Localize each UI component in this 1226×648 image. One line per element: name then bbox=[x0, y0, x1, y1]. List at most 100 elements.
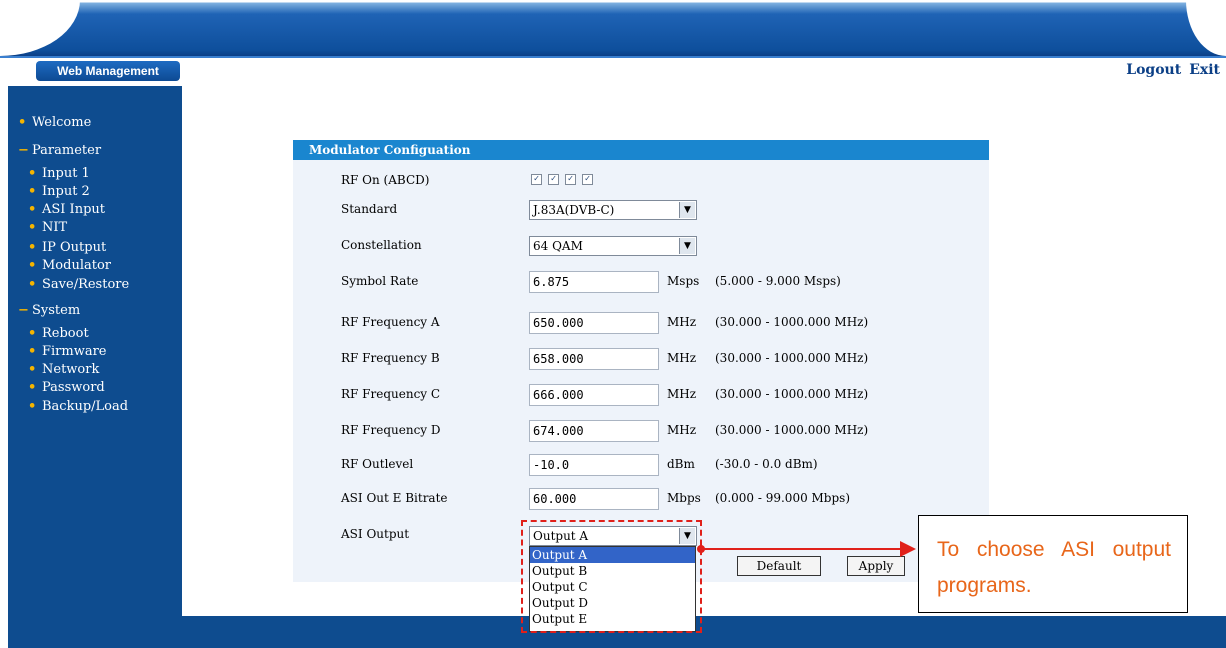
rf-on-checkbox-b[interactable]: ✓ bbox=[548, 174, 559, 185]
bullet-icon: • bbox=[28, 258, 37, 273]
standard-value: J.83A(DVB-C) bbox=[533, 203, 615, 217]
sidebar-item-label: System bbox=[32, 303, 81, 318]
param-input[interactable]: -10.0 bbox=[529, 454, 659, 476]
bullet-icon: • bbox=[28, 362, 37, 377]
param-label: ASI Out E Bitrate bbox=[341, 491, 448, 505]
minus-icon: − bbox=[18, 303, 29, 318]
apply-button[interactable]: Apply bbox=[847, 556, 905, 576]
param-label: RF Frequency B bbox=[341, 351, 440, 365]
sidebar-item-welcome[interactable]: • Welcome bbox=[18, 115, 91, 130]
param-unit: Mbps bbox=[667, 491, 701, 505]
sidebar-item-system[interactable]: − System bbox=[18, 303, 80, 318]
constellation-label: Constellation bbox=[341, 238, 422, 252]
param-input[interactable]: 666.000 bbox=[529, 384, 659, 406]
param-unit: dBm bbox=[667, 457, 695, 471]
banner-curve-left bbox=[0, 0, 80, 56]
rf-on-label: RF On (ABCD) bbox=[341, 173, 430, 187]
bullet-icon: • bbox=[28, 344, 37, 359]
param-label: RF Frequency A bbox=[341, 315, 440, 329]
param-label: RF Frequency C bbox=[341, 387, 441, 401]
bullet-icon: • bbox=[28, 202, 37, 217]
nav-strip: Web Management Logout Exit bbox=[0, 56, 1226, 84]
param-input[interactable]: 650.000 bbox=[529, 312, 659, 334]
sidebar-item-input-1[interactable]: • Input 1 bbox=[28, 166, 90, 181]
bullet-icon: • bbox=[28, 399, 37, 414]
param-unit: MHz bbox=[667, 423, 697, 437]
bullet-icon: • bbox=[28, 326, 37, 341]
param-range: (30.000 - 1000.000 MHz) bbox=[715, 387, 869, 401]
web-management-tab[interactable]: Web Management bbox=[36, 61, 180, 81]
chevron-down-icon[interactable]: ▼ bbox=[679, 202, 695, 218]
param-unit: Msps bbox=[667, 274, 700, 288]
annotation-arrow-head bbox=[900, 541, 916, 557]
param-range: (30.000 - 1000.000 MHz) bbox=[715, 423, 869, 437]
header-actions: Logout Exit bbox=[1118, 62, 1220, 78]
param-unit: MHz bbox=[667, 315, 697, 329]
bullet-icon: • bbox=[28, 240, 37, 255]
sidebar-item-label: Input 2 bbox=[42, 184, 90, 199]
rf-on-checkbox-c[interactable]: ✓ bbox=[565, 174, 576, 185]
annotation-arrow-line bbox=[702, 548, 902, 550]
param-input[interactable]: 6.875 bbox=[529, 271, 659, 293]
param-input[interactable]: 60.000 bbox=[529, 488, 659, 510]
param-range: (5.000 - 9.000 Msps) bbox=[715, 274, 841, 288]
constellation-select[interactable]: 64 QAM ▼ bbox=[529, 236, 697, 256]
sidebar-item-network[interactable]: • Network bbox=[28, 362, 99, 377]
sidebar-item-label: Reboot bbox=[42, 326, 89, 341]
rf-on-checkbox-a[interactable]: ✓ bbox=[531, 174, 542, 185]
sidebar-item-label: Password bbox=[42, 380, 105, 395]
param-unit: MHz bbox=[667, 351, 697, 365]
modulator-config-panel: Modulator Configuation RF On (ABCD) ✓ ✓ … bbox=[293, 140, 989, 582]
sidebar-item-label: Parameter bbox=[32, 143, 102, 158]
sidebar-item-asi-input[interactable]: • ASI Input bbox=[28, 202, 105, 217]
panel-title: Modulator Configuation bbox=[293, 140, 989, 160]
param-input[interactable]: 674.000 bbox=[529, 420, 659, 442]
sidebar-item-label: Network bbox=[42, 362, 100, 377]
sidebar-item-backup-load[interactable]: • Backup/Load bbox=[28, 399, 128, 414]
logout-link[interactable]: Logout bbox=[1126, 62, 1181, 78]
sidebar-item-nit[interactable]: • NIT bbox=[28, 220, 67, 235]
sidebar-item-label: NIT bbox=[42, 220, 68, 235]
exit-link[interactable]: Exit bbox=[1189, 62, 1220, 78]
param-range: (-30.0 - 0.0 dBm) bbox=[715, 457, 818, 471]
default-button[interactable]: Default bbox=[737, 556, 821, 576]
sidebar-item-parameter[interactable]: − Parameter bbox=[18, 143, 101, 158]
sidebar-item-modulator[interactable]: • Modulator bbox=[28, 258, 111, 273]
sidebar-item-label: ASI Input bbox=[42, 202, 105, 217]
sidebar-item-save-restore[interactable]: • Save/Restore bbox=[28, 277, 129, 292]
sidebar-item-input-2[interactable]: • Input 2 bbox=[28, 184, 90, 199]
sidebar-item-label: Welcome bbox=[32, 115, 92, 130]
annotation-dashed-box bbox=[521, 520, 702, 633]
param-range: (30.000 - 1000.000 MHz) bbox=[715, 315, 869, 329]
param-label: Symbol Rate bbox=[341, 274, 419, 288]
chevron-down-icon[interactable]: ▼ bbox=[679, 238, 695, 254]
sidebar-item-password[interactable]: • Password bbox=[28, 380, 105, 395]
standard-label: Standard bbox=[341, 202, 398, 216]
constellation-value: 64 QAM bbox=[533, 239, 583, 253]
sidebar-item-reboot[interactable]: • Reboot bbox=[28, 326, 89, 341]
asi-output-label: ASI Output bbox=[341, 527, 410, 541]
sidebar-item-label: Modulator bbox=[42, 258, 112, 273]
bullet-icon: • bbox=[28, 184, 37, 199]
param-input[interactable]: 658.000 bbox=[529, 348, 659, 370]
standard-select[interactable]: J.83A(DVB-C) ▼ bbox=[529, 200, 697, 220]
minus-icon: − bbox=[18, 143, 29, 158]
sidebar-item-label: Backup/Load bbox=[42, 399, 129, 414]
param-label: RF Frequency D bbox=[341, 423, 441, 437]
rf-on-checkbox-d[interactable]: ✓ bbox=[582, 174, 593, 185]
sidebar: • Welcome − Parameter • Input 1 • Input 2 • ASI I… bbox=[8, 86, 182, 616]
banner-curve-right bbox=[1186, 0, 1226, 56]
param-range: (30.000 - 1000.000 MHz) bbox=[715, 351, 869, 365]
param-range: (0.000 - 99.000 Mbps) bbox=[715, 491, 851, 505]
sidebar-item-label: Input 1 bbox=[42, 166, 90, 181]
annotation-callout: To choose ASI output programs. bbox=[918, 515, 1188, 613]
top-banner bbox=[0, 0, 1226, 56]
bullet-icon: • bbox=[28, 220, 37, 235]
sidebar-item-ip-output[interactable]: • IP Output bbox=[28, 240, 106, 255]
bullet-icon: • bbox=[28, 380, 37, 395]
sidebar-item-label: IP Output bbox=[42, 240, 107, 255]
sidebar-item-label: Save/Restore bbox=[42, 277, 130, 292]
param-unit: MHz bbox=[667, 387, 697, 401]
sidebar-item-firmware[interactable]: • Firmware bbox=[28, 344, 107, 359]
sidebar-item-label: Firmware bbox=[42, 344, 107, 359]
